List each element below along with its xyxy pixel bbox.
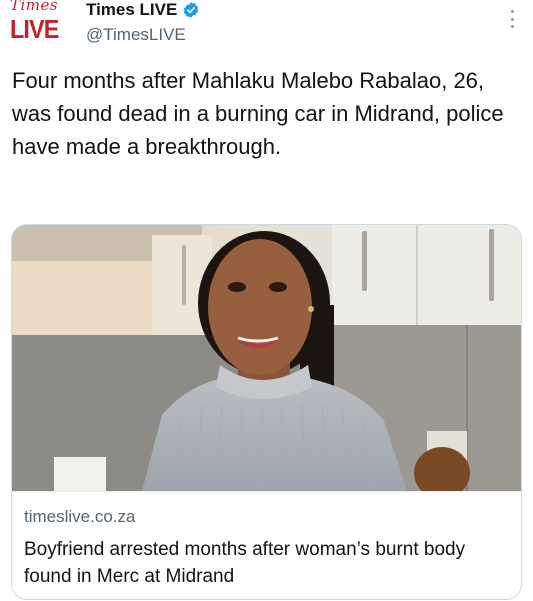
- logo-wordmark-top: Times: [10, 0, 59, 14]
- logo-wordmark-bottom: LIVE: [10, 14, 59, 44]
- photo-of-woman: [12, 225, 521, 491]
- card-title: Boyfriend arrested months after woman’s …: [24, 539, 466, 587]
- account-avatar[interactable]: Times LIVE: [8, 0, 72, 48]
- tweet-text: Four months after Mahlaku Malebo Rabalao…: [12, 68, 504, 159]
- display-name[interactable]: Times LIVE: [86, 0, 177, 20]
- tweet: Times LIVE Times LIVE @TimesLIVE Four mo…: [0, 0, 533, 601]
- card-domain: timeslive.co.za: [24, 507, 136, 526]
- card-image[interactable]: [12, 225, 521, 491]
- card-meta[interactable]: timeslive.co.za Boyfriend arrested month…: [12, 491, 521, 590]
- display-name-row: Times LIVE: [86, 0, 200, 20]
- verified-badge-icon: [184, 2, 199, 18]
- more-options-icon[interactable]: [509, 10, 515, 28]
- account-handle[interactable]: @TimesLIVE: [86, 25, 200, 45]
- link-card[interactable]: timeslive.co.za Boyfriend arrested month…: [11, 224, 522, 600]
- account-names: Times LIVE @TimesLIVE: [86, 0, 200, 45]
